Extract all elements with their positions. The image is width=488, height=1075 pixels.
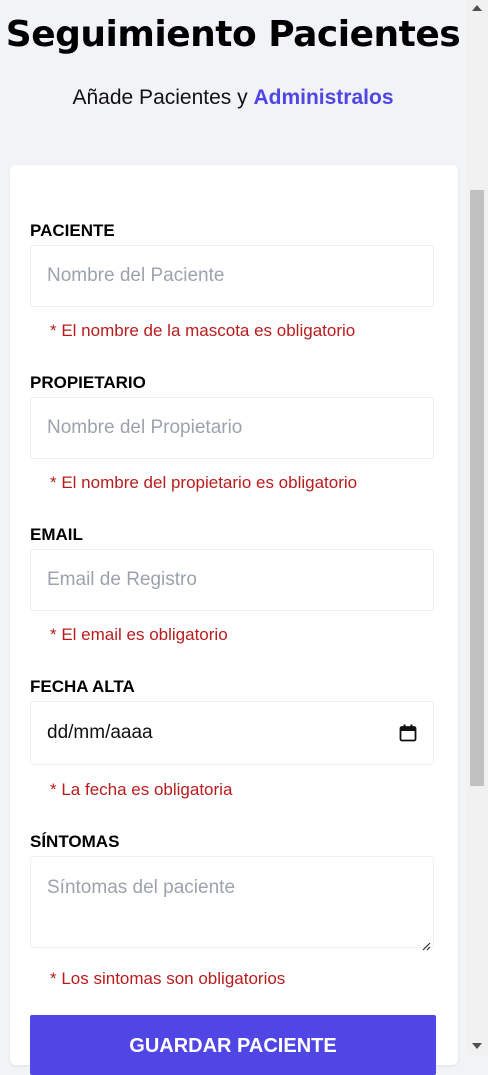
patient-name-placeholder: Nombre del Paciente xyxy=(47,265,225,286)
email-input[interactable]: Email de Registro xyxy=(30,549,434,611)
owner-error: * El nombre del propietario es obligator… xyxy=(50,473,358,492)
resize-handle-icon[interactable] xyxy=(421,935,431,951)
subtitle-accent: Administralos xyxy=(253,86,394,109)
page-subtitle: Añade Pacientes y Administralos xyxy=(0,86,466,110)
symptoms-placeholder: Síntomas del paciente xyxy=(47,877,236,898)
date-error: * La fecha es obligatoria xyxy=(50,780,233,799)
date-value: dd/mm/aaaa xyxy=(47,722,153,743)
email-label: EMAIL xyxy=(30,525,83,544)
page: Seguimiento Pacientes Añade Pacientes y … xyxy=(0,0,466,1075)
page-title: Seguimiento Pacientes xyxy=(5,14,461,55)
owner-label: PROPIETARIO xyxy=(30,373,146,392)
owner-name-input[interactable]: Nombre del Propietario xyxy=(30,397,434,459)
email-placeholder: Email de Registro xyxy=(47,569,197,590)
patient-form: PACIENTE Nombre del Paciente * El nombre… xyxy=(10,165,458,1075)
symptoms-textarea[interactable]: Síntomas del paciente xyxy=(30,856,434,951)
patient-label: PACIENTE xyxy=(30,221,115,240)
owner-name-placeholder: Nombre del Propietario xyxy=(47,417,243,438)
calendar-icon[interactable] xyxy=(399,724,417,742)
date-input[interactable]: dd/mm/aaaa xyxy=(30,701,434,765)
save-patient-button[interactable]: GUARDAR PACIENTE xyxy=(30,1015,436,1075)
email-error: * El email es obligatorio xyxy=(50,625,228,644)
symptoms-label: SÍNTOMAS xyxy=(30,832,120,851)
subtitle-prefix: Añade Pacientes y xyxy=(72,86,248,109)
scroll-down-arrow-icon[interactable] xyxy=(472,1043,482,1049)
patient-name-input[interactable]: Nombre del Paciente xyxy=(30,245,434,307)
scrollbar[interactable] xyxy=(466,0,488,1055)
date-label: FECHA ALTA xyxy=(30,677,135,696)
scroll-up-arrow-icon[interactable] xyxy=(472,5,482,11)
symptoms-error: * Los sintomas son obligatorios xyxy=(50,969,286,988)
scroll-thumb[interactable] xyxy=(470,190,484,786)
patient-error: * El nombre de la mascota es obligatorio xyxy=(50,321,356,340)
